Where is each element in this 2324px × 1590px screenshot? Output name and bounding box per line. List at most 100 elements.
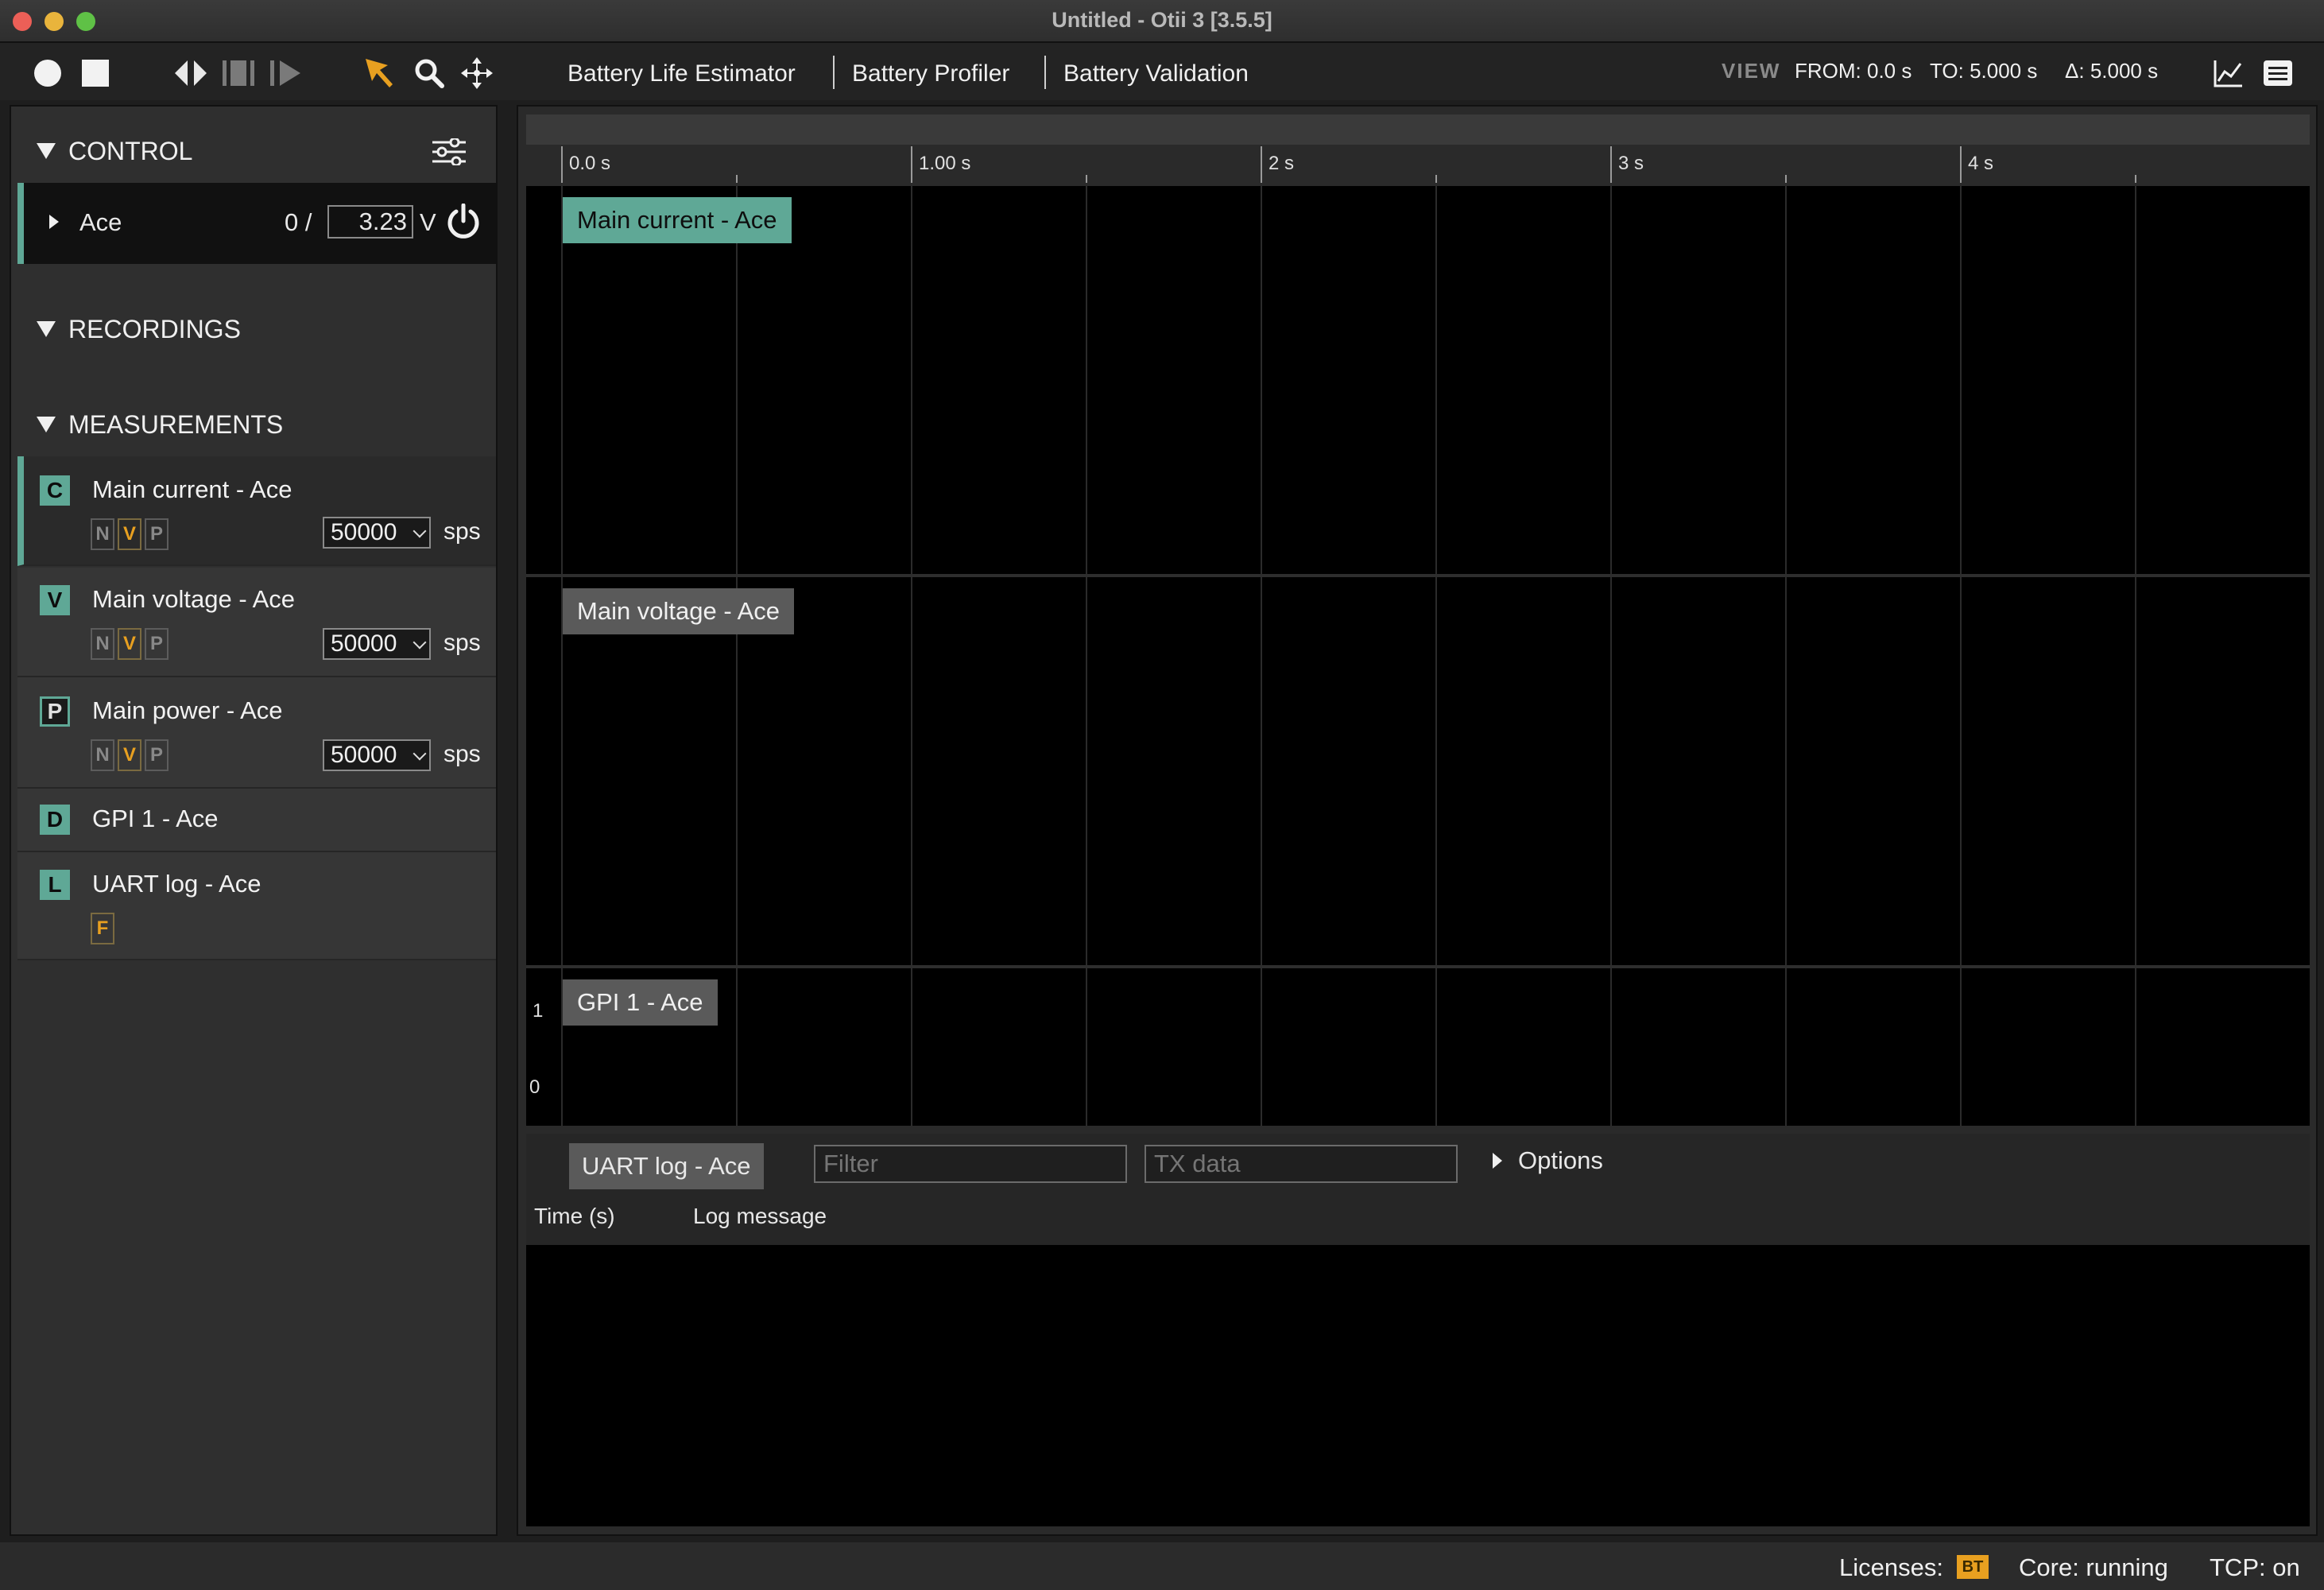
measurement-item-gpi1[interactable]: D GPI 1 - Ace (17, 789, 496, 852)
gpi-low-label: 0 (529, 1076, 540, 1098)
pointer-arrow-icon (366, 59, 393, 87)
menu-list-button[interactable] (2260, 57, 2295, 89)
sample-rate-select[interactable]: 50000 (323, 628, 431, 660)
record-icon (34, 60, 61, 87)
expand-triangle-icon[interactable] (49, 215, 59, 229)
measurement-item-main-voltage[interactable]: V Main voltage - Ace N V P 50000 sps (17, 568, 496, 677)
filter-input[interactable] (814, 1145, 1127, 1183)
record-button[interactable] (32, 57, 64, 89)
flag-v[interactable]: V (118, 739, 141, 771)
flag-p[interactable]: P (145, 628, 168, 660)
device-row[interactable]: Ace 0 / 3.23 V (17, 183, 496, 264)
pan-tool-button[interactable] (459, 57, 494, 89)
sps-unit: sps (443, 630, 481, 656)
title-bar: Untitled - Otii 3 [3.5.5] (0, 0, 2324, 43)
grid-line (1261, 968, 1262, 1126)
flag-f[interactable]: F (91, 913, 114, 944)
nvp-flags: N V P (91, 739, 168, 771)
sps-unit: sps (443, 518, 481, 545)
tx-data-input[interactable] (1145, 1145, 1458, 1183)
measurements-section-header[interactable]: MEASUREMENTS (11, 393, 496, 456)
grid-line (1610, 968, 1612, 1126)
flag-p[interactable]: P (145, 739, 168, 771)
flag-v[interactable]: V (118, 518, 141, 550)
ruler-major-tick (1960, 146, 1962, 183)
view-to: TO: 5.000 s (1930, 59, 2038, 83)
grid-line (1960, 968, 1962, 1126)
filter-flag: F (91, 913, 114, 944)
options-toggle[interactable]: Options (1518, 1146, 1603, 1175)
chevron-down-icon (413, 524, 427, 538)
gpi-high-label: 1 (533, 1000, 544, 1022)
measurement-item-main-current[interactable]: C Main current - Ace N V P 50000 sps (17, 456, 496, 566)
window-title: Untitled - Otii 3 [3.5.5] (1052, 8, 1272, 32)
time-ruler[interactable]: 0.0 s 1.00 s 2 s 3 s 4 s (526, 146, 2310, 183)
recordings-header-label: RECORDINGS (68, 314, 241, 343)
control-header-label: CONTROL (68, 136, 193, 165)
flag-p[interactable]: P (145, 518, 168, 550)
grid-line (1785, 968, 1787, 1126)
measurement-name: Main power - Ace (92, 696, 283, 724)
ruler-minor-tick (1785, 175, 1787, 183)
measurement-item-main-power[interactable]: P Main power - Ace N V P 50000 sps (17, 677, 496, 789)
track-label[interactable]: GPI 1 - Ace (563, 979, 718, 1026)
track-main-current[interactable]: Main current - Ace (526, 186, 2310, 574)
expand-horizontal-icon (175, 60, 207, 86)
play-marker-icon (270, 60, 300, 86)
flag-n[interactable]: N (91, 628, 114, 660)
grid-line (2135, 186, 2136, 574)
zoom-tool-button[interactable] (412, 57, 447, 89)
track-gpi1[interactable]: GPI 1 - Ace (526, 968, 2310, 1126)
grid-line (736, 577, 738, 965)
grid-line (1785, 186, 1787, 574)
track-main-voltage[interactable]: Main voltage - Ace (526, 577, 2310, 965)
control-section-header[interactable]: CONTROL (11, 119, 496, 183)
flag-n[interactable]: N (91, 739, 114, 771)
grid-line (911, 186, 912, 574)
stop-icon (82, 60, 109, 87)
nvp-flags: N V P (91, 518, 168, 550)
sample-rate-select[interactable]: 50000 (323, 517, 431, 549)
license-badge[interactable]: BT (1957, 1555, 1989, 1579)
current-badge: C (40, 475, 70, 506)
col-header-time[interactable]: Time (s) (534, 1204, 615, 1229)
uart-log-label[interactable]: UART log - Ace (569, 1143, 764, 1189)
overview-bar[interactable] (526, 114, 2310, 145)
grid-line (1086, 968, 1087, 1126)
pointer-tool-button[interactable] (362, 57, 397, 89)
recordings-section-header[interactable]: RECORDINGS (11, 297, 496, 361)
grid-line (1261, 186, 1262, 574)
grid-line (1086, 186, 1087, 574)
sample-rate-select[interactable]: 50000 (323, 739, 431, 771)
ruler-minor-tick (736, 175, 738, 183)
measurement-item-uart-log[interactable]: L UART log - Ace F (17, 852, 496, 960)
expand-triangle-icon[interactable] (1493, 1153, 1502, 1169)
grid-line (1610, 186, 1612, 574)
voltage-input[interactable]: 3.23 (327, 205, 413, 238)
flag-v[interactable]: V (118, 628, 141, 660)
menu-battery-validation[interactable]: Battery Validation (1063, 60, 1249, 87)
ruler-minor-tick (1435, 175, 1437, 183)
range-select-icon (223, 60, 254, 86)
grid-line (1960, 186, 1962, 574)
graph-view-button[interactable] (2211, 57, 2246, 89)
track-label[interactable]: Main current - Ace (563, 197, 792, 243)
grid-line (736, 186, 738, 574)
fit-view-button[interactable] (173, 57, 208, 89)
licenses-label: Licenses: (1839, 1553, 1943, 1581)
menu-battery-life-estimator[interactable]: Battery Life Estimator (567, 60, 796, 87)
uart-log-list[interactable] (526, 1245, 2310, 1526)
select-range-button[interactable] (221, 57, 256, 89)
grid-line (1086, 577, 1087, 965)
power-icon[interactable] (445, 204, 482, 242)
settings-sliders-icon[interactable] (432, 138, 466, 165)
menu-battery-profiler[interactable]: Battery Profiler (852, 60, 1009, 87)
grid-line (1435, 968, 1437, 1126)
grid-line (911, 968, 912, 1126)
play-from-marker-button[interactable] (269, 57, 304, 89)
stop-button[interactable] (79, 57, 111, 89)
flag-n[interactable]: N (91, 518, 114, 550)
col-header-message[interactable]: Log message (693, 1204, 827, 1229)
track-label[interactable]: Main voltage - Ace (563, 588, 795, 634)
core-status: Core: running (2019, 1553, 2168, 1581)
